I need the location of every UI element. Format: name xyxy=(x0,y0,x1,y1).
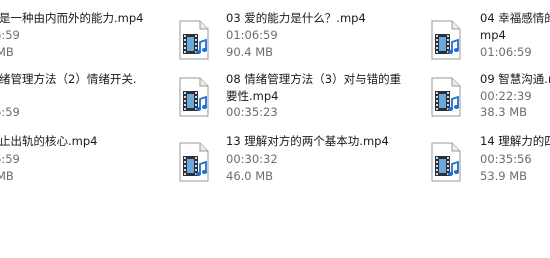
file-size: 90.4 MB xyxy=(226,45,274,59)
file-duration: 6:59 xyxy=(0,105,20,119)
file-size: 46.0 MB xyxy=(226,169,274,183)
file-name: 是一种由内而外的能力.mp4 xyxy=(0,11,144,25)
file-item[interactable]: 08 情绪管理方法（3）对与错的重 要性.mp4 00:35:23 xyxy=(178,65,418,125)
file-item[interactable]: 绪管理方法（2）情绪开关. 6:59 xyxy=(0,65,180,125)
file-size: MB xyxy=(0,169,14,183)
file-item[interactable]: 09 智慧沟通.m 00:22:39 38.3 MB xyxy=(430,65,550,125)
video-file-icon xyxy=(430,142,462,182)
file-name: 绪管理方法（2）情绪开关. xyxy=(0,72,137,86)
file-name: 13 理解对方的两个基本功.mp4 xyxy=(226,134,389,148)
file-duration: 00:30:32 xyxy=(226,152,278,166)
file-item[interactable]: 是一种由内而外的能力.mp4 6:59 MB xyxy=(0,0,180,60)
file-name: 09 智慧沟通.m xyxy=(480,72,550,86)
file-size: 38.3 MB xyxy=(480,105,528,119)
file-duration: 00:22:39 xyxy=(480,89,532,103)
video-file-icon xyxy=(430,20,462,60)
file-item[interactable]: 13 理解对方的两个基本功.mp4 00:30:32 46.0 MB xyxy=(178,128,418,188)
file-duration: 6:59 xyxy=(0,152,20,166)
file-duration: 6:59 xyxy=(0,28,20,42)
file-duration: 01:06:59 xyxy=(226,28,278,42)
file-duration: 01:06:59 xyxy=(480,45,532,59)
file-duration: 00:35:23 xyxy=(226,105,278,119)
video-file-icon xyxy=(430,77,462,117)
file-size: MB xyxy=(0,45,14,59)
file-name: 03 爱的能力是什么？.mp4 xyxy=(226,11,366,25)
video-file-icon xyxy=(178,142,210,182)
file-name: 08 情绪管理方法（3）对与错的重 xyxy=(226,72,402,86)
video-file-icon xyxy=(178,77,210,117)
file-name-wrap: mp4 xyxy=(480,28,506,42)
file-name: 04 幸福感情的 xyxy=(480,11,550,25)
file-name: 止出轨的核心.mp4 xyxy=(0,134,98,148)
file-item[interactable]: 04 幸福感情的 mp4 01:06:59 xyxy=(430,0,550,60)
file-item[interactable]: 03 爱的能力是什么？.mp4 01:06:59 90.4 MB xyxy=(178,0,418,60)
video-file-icon xyxy=(178,20,210,60)
file-item[interactable]: 14 理解力的四 00:35:56 53.9 MB xyxy=(430,128,550,188)
file-name: 14 理解力的四 xyxy=(480,134,550,148)
file-name-wrap: 要性.mp4 xyxy=(226,89,279,103)
file-duration: 00:35:56 xyxy=(480,152,532,166)
file-item[interactable]: 止出轨的核心.mp4 6:59 MB xyxy=(0,128,180,188)
file-size: 53.9 MB xyxy=(480,169,528,183)
